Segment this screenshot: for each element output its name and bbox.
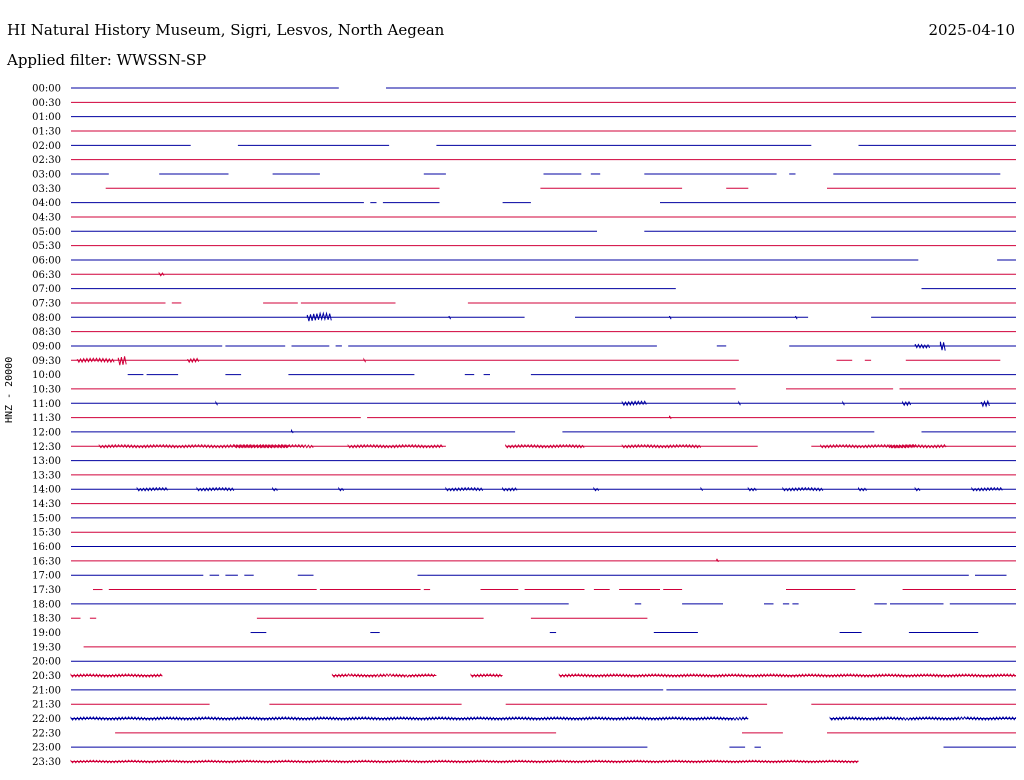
- row-time-label: 06:30: [32, 270, 61, 281]
- row-time-label: 12:30: [32, 442, 61, 453]
- row-time-label: 07:30: [32, 298, 61, 309]
- trace-burst: [70, 716, 749, 721]
- row-time-label: 05:30: [32, 241, 61, 252]
- trace-burst: [505, 443, 585, 449]
- row-time-label: 18:00: [32, 599, 61, 610]
- trace-burst: [795, 315, 798, 320]
- row-time-label: 09:00: [32, 341, 61, 352]
- row-time-label: 08:00: [32, 313, 61, 324]
- row-time-label: 06:00: [32, 255, 61, 266]
- trace-burst: [669, 415, 672, 420]
- row-time-label: 11:00: [32, 399, 61, 410]
- row-time-label: 19:00: [32, 628, 61, 639]
- trace-burst: [669, 315, 672, 320]
- row-time-label: 15:00: [32, 513, 61, 524]
- trace-burst: [306, 311, 332, 322]
- row-time-label: 04:00: [32, 198, 61, 209]
- row-time-label: 20:30: [32, 671, 61, 682]
- trace-burst: [291, 428, 294, 434]
- row-time-label: 04:30: [32, 212, 61, 223]
- trace-burst: [782, 486, 824, 492]
- row-time-label: 00:30: [32, 98, 61, 109]
- trace-burst: [716, 558, 719, 563]
- row-time-label: 17:30: [32, 585, 61, 596]
- trace-burst: [445, 486, 484, 492]
- trace-burst: [902, 400, 912, 407]
- row-time-label: 03:30: [32, 184, 61, 195]
- row-time-label: 17:00: [32, 571, 61, 582]
- row-time-label: 08:30: [32, 327, 61, 338]
- trace-burst: [448, 315, 452, 320]
- trace-burst: [889, 443, 947, 449]
- trace-burst: [621, 400, 647, 407]
- trace-burst: [621, 443, 702, 449]
- row-time-label: 21:00: [32, 685, 61, 696]
- trace-burst: [939, 341, 946, 351]
- trace-burst: [76, 357, 115, 364]
- trace-burst: [502, 486, 518, 492]
- row-time-label: 10:00: [32, 370, 61, 381]
- row-time-label: 21:30: [32, 700, 61, 711]
- row-time-label: 09:30: [32, 356, 61, 367]
- row-time-label: 12:00: [32, 427, 61, 438]
- trace-burst: [70, 673, 163, 678]
- row-time-label: 14:00: [32, 485, 61, 496]
- row-time-label: 02:30: [32, 155, 61, 166]
- row-time-label: 13:00: [32, 456, 61, 467]
- row-time-label: 16:30: [32, 556, 61, 567]
- row-time-label: 13:30: [32, 470, 61, 481]
- helicorder-plot: 00:00 00:30 01:00 01:30 02:00 02:30 03:00 03:30…: [32, 84, 1017, 768]
- row-time-label: 05:00: [32, 227, 61, 238]
- row-time-label: 01:30: [32, 126, 61, 137]
- row-time-label: 03:00: [32, 169, 61, 180]
- row-time-label: 16:00: [32, 542, 61, 553]
- trace-burst: [196, 486, 235, 492]
- row-time-label: 11:30: [32, 413, 61, 424]
- trace-burst: [347, 443, 444, 449]
- trace-burst: [70, 759, 859, 764]
- row-time-label: 22:00: [32, 714, 61, 725]
- row-time-label: 07:00: [32, 284, 61, 295]
- trace-burst: [558, 673, 1016, 678]
- row-time-label: 10:30: [32, 384, 61, 395]
- row-time-label: 18:30: [32, 614, 61, 625]
- row-time-label: 01:00: [32, 112, 61, 123]
- trace-burst: [914, 343, 931, 349]
- row-time-label: 00:00: [32, 84, 61, 95]
- trace-burst: [117, 356, 127, 366]
- row-time-label: 02:00: [32, 141, 61, 152]
- row-time-label: 19:30: [32, 642, 61, 653]
- row-time-label: 15:30: [32, 528, 61, 539]
- row-time-label: 20:00: [32, 657, 61, 668]
- row-time-label: 23:30: [32, 757, 61, 768]
- row-time-label: 22:30: [32, 728, 61, 739]
- row-time-label: 23:00: [32, 743, 61, 754]
- trace-burst: [158, 271, 165, 277]
- row-time-label: 14:30: [32, 499, 61, 510]
